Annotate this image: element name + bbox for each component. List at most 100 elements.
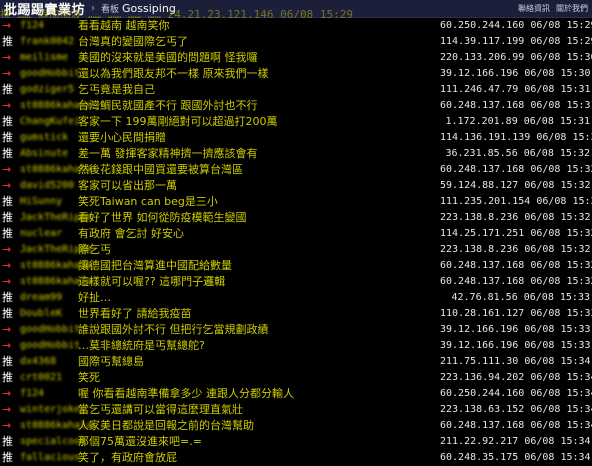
comment-text: 客家一下 199萬剛絕對可以超過打200萬: [78, 115, 278, 128]
comment-ip: 223.138.63.152: [440, 404, 525, 415]
comment-meta: 223.136.94.202 06/08 15:34: [440, 370, 592, 386]
partial-comment-row: 推 …… 追加加波 …… …… …… …… 24.21.23.121.146 0…: [0, 8, 354, 18]
comment-row: 推 specialcook 那個75萬還沒進來吧=.= 211.22.92.217 0…: [0, 434, 592, 450]
push-tag: 推: [2, 451, 13, 464]
comment-ip: 111.246.47.79: [440, 84, 519, 95]
comment-row: 推 dx4368 國際丐幫總島 211.75.111.30 06/08 15:34: [0, 354, 592, 370]
comment-row: → st0886kahala 讓德國把台灣算進中國配給數量 60.248.137.16…: [0, 258, 592, 274]
arrow-tag: →: [2, 163, 12, 176]
comment-ip: 39.12.166.196: [440, 68, 519, 79]
comment-meta: 59.124.88.127 06/08 15:32: [440, 178, 591, 194]
comment-meta: 111.246.47.79 06/08 15:31: [440, 82, 591, 98]
arrow-tag: →: [2, 275, 12, 288]
comment-date: 06/08: [524, 436, 555, 447]
arrow-tag: →: [2, 387, 12, 400]
comment-ip: 114.39.117.199: [440, 36, 525, 47]
comment-text: 笑死: [78, 371, 100, 384]
comment-text: …莫非總統府是丐幫總舵?: [78, 339, 205, 352]
arrow-tag: →: [2, 51, 12, 64]
push-tag: 推: [2, 435, 13, 448]
comment-meta: 114.39.117.199 06/08 15:29: [440, 34, 592, 50]
comment-row: 推 ChangKufei 客家一下 199萬剛絕對可以超過打200萬 1.172.20…: [0, 114, 592, 130]
comment-row: 推 frank0042 台灣真的變國際乞丐了 114.39.117.199 06/08…: [0, 34, 592, 50]
comment-meta: 1.172.201.89 06/08 15:31: [440, 114, 590, 130]
comment-time: 15:31: [559, 116, 590, 127]
comment-date: 06/08: [524, 324, 555, 335]
comment-text: 美國的沒來就是美國的問題啊 怪我囉: [78, 51, 258, 64]
comment-time: 15:29: [566, 20, 592, 31]
comment-text: 客家可以省出那一萬: [78, 179, 177, 192]
arrow-tag: →: [2, 323, 12, 336]
comment-date: 06/08: [524, 244, 555, 255]
comment-row: 推crt0021笑死223.136.94.202 06/08 15:34: [0, 370, 592, 386]
comment-date: 06/08: [523, 116, 554, 127]
arrow-tag: →: [2, 179, 12, 192]
comment-meta: 60.248.137.168 06/08 15:34: [440, 418, 592, 434]
comment-time: 15:34: [560, 452, 591, 463]
comment-meta: 42.76.81.56 06/08 15:33: [440, 290, 590, 306]
comment-row: → st0886kahala 這樣就可以喔?? 這哪門子邏輯 60.248.137.1…: [0, 274, 592, 290]
comment-ip: 36.231.85.56: [445, 148, 518, 159]
comment-ip: 223.138.8.236: [440, 212, 519, 223]
comment-time: 15:31: [560, 84, 591, 95]
comment-text: 喔 你看看越南準備拿多少 連跟人分都分輸人: [78, 387, 294, 400]
comment-meta: 60.248.35.175 06/08 15:34: [440, 450, 591, 466]
comment-row: → st0886kahala 然後花錢跟中國買還要被算台灣區 60.248.137.1…: [0, 162, 592, 178]
comment-meta: 60.248.137.168 06/08 15:32: [440, 258, 592, 274]
comment-text: 那個75萬還沒進來吧=.=: [78, 435, 202, 448]
comment-time: 15:31: [566, 100, 592, 111]
comment-ip: 211.22.92.217: [440, 436, 519, 447]
comment-date: 06/08: [523, 292, 554, 303]
comment-date: 06/08: [524, 180, 555, 191]
comment-meta: 36.231.85.56 06/08 15:32: [440, 146, 590, 162]
comment-time: 15:32: [566, 276, 592, 287]
comment-date: 06/08: [536, 196, 567, 207]
comment-text: 還以為我們跟友邦不一樣 原來我們一樣: [78, 67, 269, 80]
comment-meta: 39.12.166.196 06/08 15:33: [440, 322, 591, 338]
comment-text: 誰說跟國外討不行 但把行乞當規劃政績: [78, 323, 269, 336]
comment-time: 15:29: [566, 36, 592, 47]
comment-ip: 114.136.191.139: [440, 132, 531, 143]
comment-text: 還要小心民間捐贈: [78, 131, 166, 144]
push-tag: 推: [2, 307, 13, 320]
comment-meta: 39.12.166.196 06/08 15:30: [440, 66, 591, 82]
comment-meta: 60.248.137.168 06/08 15:32: [440, 274, 592, 290]
comment-time: 15:32: [566, 260, 592, 271]
comment-ip: 110.28.161.127: [440, 308, 525, 319]
comment-date: 06/08: [530, 308, 561, 319]
comment-time: 15:34: [566, 420, 592, 431]
comment-row: → goodHobbit 還以為我們跟友邦不一樣 原來我們一樣 39.12.166.1…: [0, 66, 592, 82]
comment-date: 06/08: [530, 276, 561, 287]
comment-text: 差一萬 發揮客家精神擠一擠應該會有: [78, 147, 258, 160]
comment-date: 06/08: [536, 132, 567, 143]
comment-text: 然後花錢跟中國買還要被算台灣區: [78, 163, 243, 176]
comment-date: 06/08: [524, 340, 555, 351]
comment-meta: 60.248.137.168 06/08 15:32: [440, 162, 592, 178]
comment-ip: 211.75.111.30: [440, 356, 519, 367]
comment-meta: 110.28.161.127 06/08 15:33: [440, 306, 592, 322]
comment-meta: 223.138.8.236 06/08 15:32: [440, 242, 591, 258]
comment-date: 06/08: [530, 164, 561, 175]
comment-ip: 60.248.137.168: [440, 420, 525, 431]
comment-row: 推 HiSunny 笑死Taiwan can beg是三小 111.235.201.1…: [0, 194, 592, 210]
comment-date: 06/08: [524, 356, 555, 367]
comment-meta: 114.136.191.139 06/08 15:31: [440, 130, 592, 146]
comment-time: 15:34: [566, 404, 592, 415]
comment-time: 15:32: [566, 164, 592, 175]
comment-text: 笑了，有政府會放屁: [78, 451, 177, 464]
comment-row: 推 JackTheRippe 看好了世界 如何從防疫模範生變國 223.138.8.2…: [0, 210, 592, 226]
comment-ip: 60.250.244.160: [440, 20, 525, 31]
comment-row: → st0886kahala 台灣鯛民就國產不行 跟國外討也不行 60.248.137…: [0, 98, 592, 114]
arrow-tag: →: [2, 67, 12, 80]
push-tag: 推: [2, 147, 13, 160]
comment-meta: 223.138.8.236 06/08 15:32: [440, 210, 591, 226]
comment-row: 推 Absinute 差一萬 發揮客家精神擠一擠應該會有 36.231.85.56 0…: [0, 146, 592, 162]
comment-ip: 42.76.81.56: [451, 292, 518, 303]
comment-ip: 60.248.137.168: [440, 100, 525, 111]
comment-text: 看好了世界 如何從防疫模範生變國: [78, 211, 247, 224]
comment-time: 15:32: [566, 228, 592, 239]
arrow-tag: →: [2, 403, 12, 416]
comment-ip: 114.25.171.251: [440, 228, 525, 239]
comment-date: 06/08: [530, 404, 561, 415]
comment-ip: 60.250.244.160: [440, 388, 525, 399]
